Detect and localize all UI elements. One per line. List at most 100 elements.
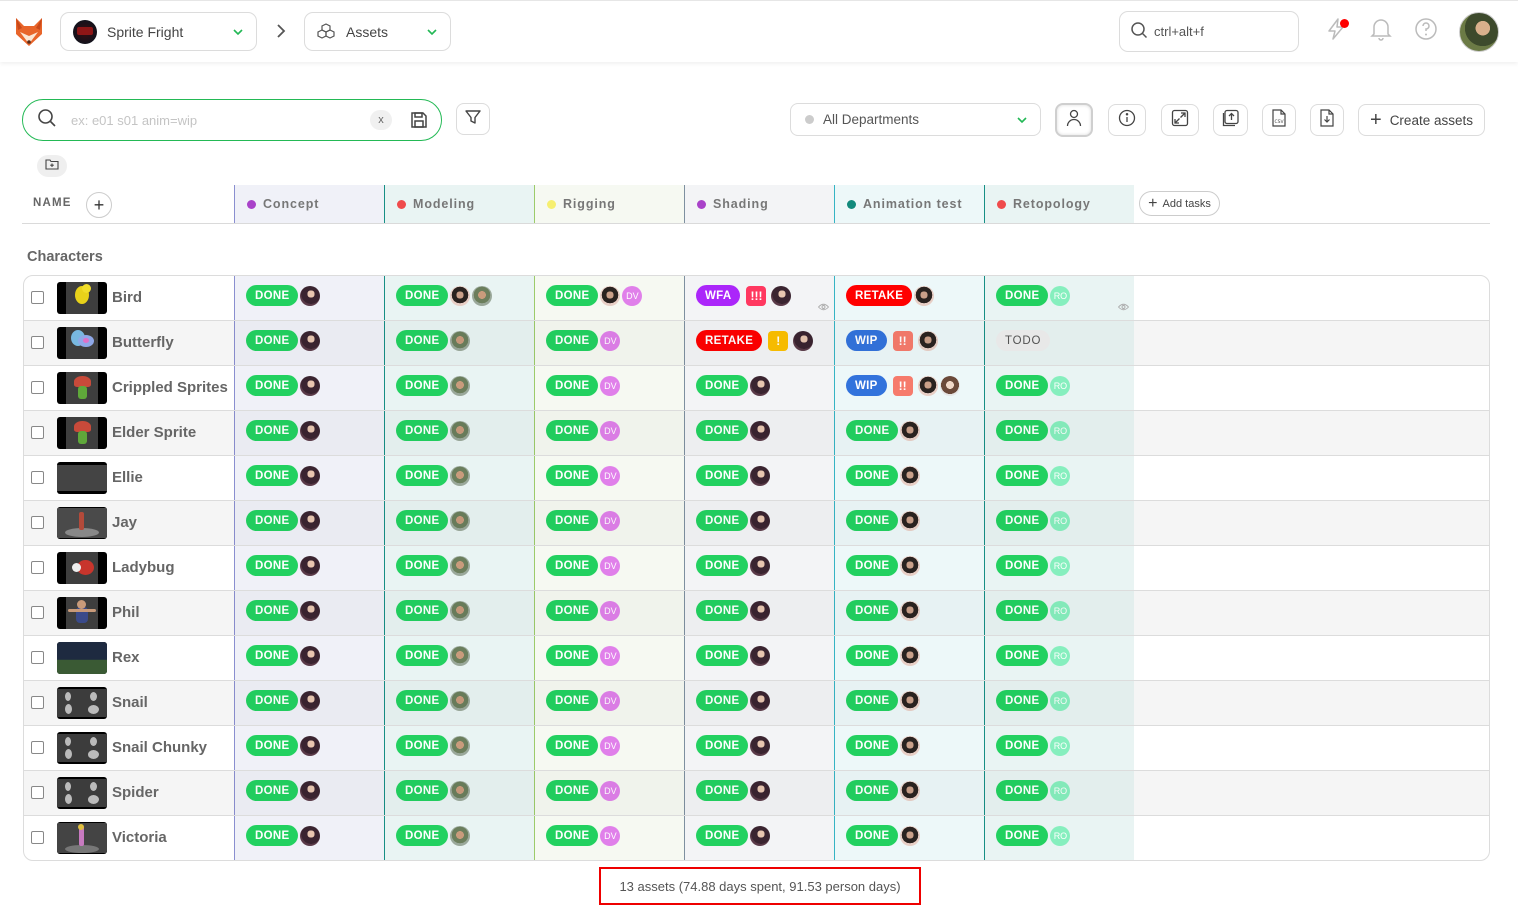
row-checkbox[interactable] [31, 831, 44, 844]
status-badge[interactable]: DONE [846, 780, 899, 801]
assignee-avatar[interactable] [300, 465, 321, 486]
add-tasks-button[interactable]: + Add tasks [1139, 191, 1220, 216]
asset-thumbnail[interactable] [57, 597, 107, 629]
task-status-cell[interactable]: DONE DV [534, 411, 684, 455]
status-badge[interactable]: DONE [996, 465, 1049, 486]
task-status-cell[interactable]: TODO [984, 321, 1134, 365]
status-badge[interactable]: DONE [546, 600, 599, 621]
status-badge[interactable]: DONE [396, 420, 449, 441]
row-checkbox[interactable] [31, 336, 44, 349]
global-search-input[interactable]: ctrl+alt+f [1119, 11, 1299, 52]
assignee-avatar[interactable] [750, 735, 771, 756]
status-badge[interactable]: DONE [246, 420, 299, 441]
task-status-cell[interactable]: DONE RO [984, 636, 1134, 680]
name-column-header[interactable]: NAME [33, 197, 72, 209]
status-badge[interactable]: DONE [246, 645, 299, 666]
expand-button[interactable] [1161, 104, 1199, 136]
task-status-cell[interactable]: DONE DV [534, 366, 684, 410]
assignee-avatar[interactable] [300, 825, 321, 846]
task-status-cell[interactable]: DONE [384, 321, 534, 365]
task-status-cell[interactable]: DONE [234, 366, 384, 410]
task-status-cell[interactable]: DONE [384, 816, 534, 860]
task-status-cell[interactable]: DONE [384, 681, 534, 725]
assignee-avatar[interactable]: DV [600, 645, 621, 666]
status-badge[interactable]: DONE [396, 690, 449, 711]
assignee-avatar[interactable] [450, 735, 471, 756]
asset-name[interactable]: Bird [112, 289, 142, 306]
kitsu-fox-logo[interactable] [14, 16, 44, 48]
table-row[interactable]: Elder Sprite DONE DONE DONE DV DONE DONE DONE RO [24, 411, 1489, 456]
status-badge[interactable]: DONE [246, 555, 299, 576]
status-badge[interactable]: DONE [246, 330, 299, 351]
assignee-avatar[interactable] [793, 330, 814, 351]
status-badge[interactable]: DONE [396, 465, 449, 486]
asset-thumbnail[interactable] [57, 552, 107, 584]
task-status-cell[interactable]: DONE [234, 546, 384, 590]
assignee-avatar[interactable] [900, 825, 921, 846]
status-badge[interactable]: RETAKE [696, 330, 763, 351]
status-badge[interactable]: DONE [696, 735, 749, 756]
assignee-avatar[interactable]: DV [600, 555, 621, 576]
task-status-cell[interactable]: DONE [684, 816, 834, 860]
assignee-avatar[interactable] [450, 420, 471, 441]
assignee-avatar[interactable]: DV [600, 690, 621, 711]
task-status-cell[interactable]: RETAKE [834, 276, 984, 320]
task-status-cell[interactable]: DONE [234, 501, 384, 545]
table-row[interactable]: Phil DONE DONE DONE DV DONE DONE DONE RO [24, 591, 1489, 636]
assignee-avatar[interactable]: RO [1050, 690, 1071, 711]
task-status-cell[interactable]: DONE DV [534, 501, 684, 545]
add-metadata-column-button[interactable]: + [86, 192, 112, 218]
task-status-cell[interactable]: DONE [234, 411, 384, 455]
task-status-cell[interactable]: DONE [834, 726, 984, 770]
status-badge[interactable]: DONE [396, 375, 449, 396]
assignee-avatar[interactable]: RO [1050, 420, 1071, 441]
status-badge[interactable]: DONE [846, 555, 899, 576]
task-status-cell[interactable]: DONE DV [534, 636, 684, 680]
status-badge[interactable]: DONE [396, 825, 449, 846]
clear-search-button[interactable]: x [370, 110, 392, 130]
assignee-avatar[interactable] [472, 285, 493, 306]
status-badge[interactable]: DONE [846, 420, 899, 441]
task-status-cell[interactable]: DONE DV [534, 816, 684, 860]
assignee-avatar[interactable]: DV [600, 375, 621, 396]
status-badge[interactable]: DONE [546, 825, 599, 846]
status-badge[interactable]: DONE [546, 645, 599, 666]
status-badge[interactable]: DONE [396, 285, 449, 306]
status-badge[interactable]: DONE [246, 825, 299, 846]
assignee-avatar[interactable] [750, 690, 771, 711]
task-status-cell[interactable]: DONE [834, 681, 984, 725]
status-badge[interactable]: RETAKE [846, 285, 913, 306]
task-status-cell[interactable]: DONE [234, 636, 384, 680]
help-button[interactable] [1413, 17, 1439, 45]
task-status-cell[interactable]: DONE DV [534, 546, 684, 590]
status-badge[interactable]: DONE [546, 735, 599, 756]
task-status-cell[interactable]: DONE [684, 681, 834, 725]
assignee-avatar[interactable] [300, 690, 321, 711]
assignee-avatar[interactable] [900, 420, 921, 441]
task-status-cell[interactable]: DONE [234, 276, 384, 320]
assignee-avatar[interactable] [450, 285, 471, 306]
asset-thumbnail[interactable] [57, 642, 107, 674]
assignee-avatar[interactable] [300, 645, 321, 666]
assignee-avatar[interactable]: DV [622, 285, 643, 306]
status-badge[interactable]: DONE [396, 600, 449, 621]
status-badge[interactable]: DONE [546, 690, 599, 711]
task-status-cell[interactable]: DONE [384, 501, 534, 545]
status-badge[interactable]: DONE [246, 285, 299, 306]
assignee-avatar[interactable]: DV [600, 600, 621, 621]
task-status-cell[interactable]: DONE DV [534, 591, 684, 635]
asset-name[interactable]: Snail Chunky [112, 739, 207, 756]
status-badge[interactable]: DONE [846, 645, 899, 666]
status-badge[interactable]: DONE [996, 375, 1049, 396]
task-status-cell[interactable]: DONE [384, 591, 534, 635]
task-column-header[interactable]: Rigging [534, 185, 684, 223]
task-status-cell[interactable]: DONE [384, 366, 534, 410]
task-status-cell[interactable]: DONE [834, 546, 984, 590]
status-badge[interactable]: DONE [846, 735, 899, 756]
task-status-cell[interactable]: DONE [684, 546, 834, 590]
row-checkbox[interactable] [31, 741, 44, 754]
table-row[interactable]: Victoria DONE DONE DONE DV DONE DONE DONE RO [24, 816, 1489, 860]
status-badge[interactable]: DONE [546, 510, 599, 531]
asset-name[interactable]: Ladybug [112, 559, 175, 576]
assignee-avatar[interactable]: RO [1050, 780, 1071, 801]
